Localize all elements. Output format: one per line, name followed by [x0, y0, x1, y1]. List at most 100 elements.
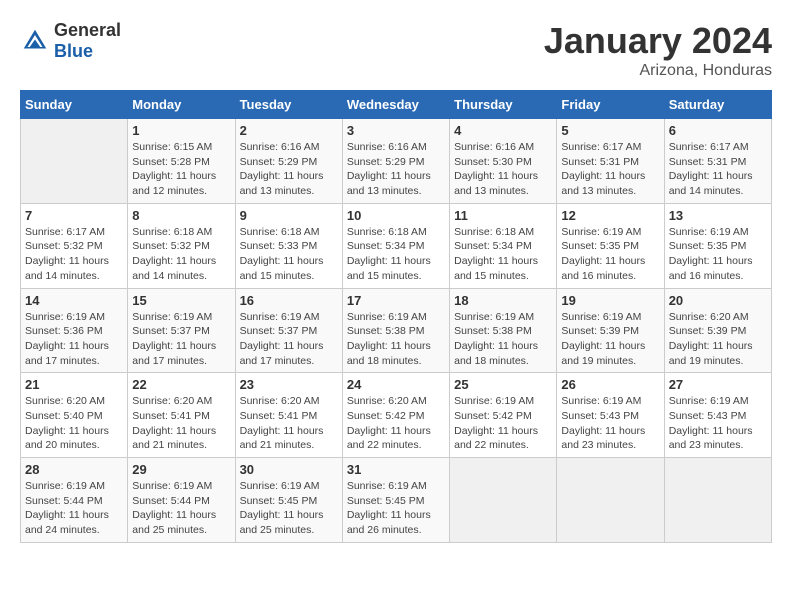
day-number: 29	[132, 462, 230, 477]
day-info: Sunrise: 6:19 AM Sunset: 5:36 PM Dayligh…	[25, 310, 123, 369]
day-number: 18	[454, 293, 552, 308]
calendar-cell: 7Sunrise: 6:17 AM Sunset: 5:32 PM Daylig…	[21, 203, 128, 288]
calendar-cell: 9 Sunrise: 6:18 AM Sunset: 5:33 PM Daylig…	[235, 203, 342, 288]
logo-icon	[20, 26, 50, 56]
calendar-cell: 5 Sunrise: 6:17 AM Sunset: 5:31 PM Daylig…	[557, 119, 664, 204]
day-number: 5	[561, 123, 659, 138]
day-info: Sunrise: 6:19 AM Sunset: 5:35 PM Dayligh…	[669, 225, 767, 284]
calendar-header-saturday: Saturday	[664, 91, 771, 119]
day-number: 24	[347, 377, 445, 392]
day-info: Sunrise: 6:19 AM Sunset: 5:38 PM Dayligh…	[347, 310, 445, 369]
day-info: Sunrise: 6:19 AM Sunset: 5:43 PM Dayligh…	[561, 394, 659, 453]
calendar-week-3: 14 Sunrise: 6:19 AM Sunset: 5:36 PM Dayli…	[21, 288, 772, 373]
calendar-cell: 24 Sunrise: 6:20 AM Sunset: 5:42 PM Dayli…	[342, 373, 449, 458]
calendar-cell: 4 Sunrise: 6:16 AM Sunset: 5:30 PM Daylig…	[450, 119, 557, 204]
calendar-header-monday: Monday	[128, 91, 235, 119]
calendar-week-2: 7Sunrise: 6:17 AM Sunset: 5:32 PM Daylig…	[21, 203, 772, 288]
day-info: Sunrise: 6:20 AM Sunset: 5:41 PM Dayligh…	[240, 394, 338, 453]
calendar-week-4: 21Sunrise: 6:20 AM Sunset: 5:40 PM Dayli…	[21, 373, 772, 458]
day-info: Sunrise: 6:18 AM Sunset: 5:33 PM Dayligh…	[240, 225, 338, 284]
calendar-cell: 25 Sunrise: 6:19 AM Sunset: 5:42 PM Dayli…	[450, 373, 557, 458]
day-number: 15	[132, 293, 230, 308]
day-number: 4	[454, 123, 552, 138]
calendar-cell: 14 Sunrise: 6:19 AM Sunset: 5:36 PM Dayli…	[21, 288, 128, 373]
day-number: 22	[132, 377, 230, 392]
day-number: 28	[25, 462, 123, 477]
calendar-cell: 29 Sunrise: 6:19 AM Sunset: 5:44 PM Dayli…	[128, 458, 235, 543]
day-info: Sunrise: 6:19 AM Sunset: 5:45 PM Dayligh…	[240, 479, 338, 538]
calendar-cell: 12Sunrise: 6:19 AM Sunset: 5:35 PM Dayli…	[557, 203, 664, 288]
day-number: 2	[240, 123, 338, 138]
logo-text-blue: Blue	[54, 41, 93, 61]
calendar-table: SundayMondayTuesdayWednesdayThursdayFrid…	[20, 90, 772, 543]
calendar-cell: 11Sunrise: 6:18 AM Sunset: 5:34 PM Dayli…	[450, 203, 557, 288]
calendar-cell: 19 Sunrise: 6:19 AM Sunset: 5:39 PM Dayli…	[557, 288, 664, 373]
calendar-cell	[557, 458, 664, 543]
subtitle: Arizona, Honduras	[544, 62, 772, 80]
calendar-week-5: 28 Sunrise: 6:19 AM Sunset: 5:44 PM Dayli…	[21, 458, 772, 543]
day-number: 20	[669, 293, 767, 308]
day-info: Sunrise: 6:20 AM Sunset: 5:39 PM Dayligh…	[669, 310, 767, 369]
day-info: Sunrise: 6:16 AM Sunset: 5:29 PM Dayligh…	[240, 140, 338, 199]
day-info: Sunrise: 6:17 AM Sunset: 5:31 PM Dayligh…	[561, 140, 659, 199]
calendar-cell: 28 Sunrise: 6:19 AM Sunset: 5:44 PM Dayli…	[21, 458, 128, 543]
day-info: Sunrise: 6:19 AM Sunset: 5:37 PM Dayligh…	[132, 310, 230, 369]
calendar-cell: 8Sunrise: 6:18 AM Sunset: 5:32 PM Daylig…	[128, 203, 235, 288]
calendar-cell	[450, 458, 557, 543]
calendar-cell: 3 Sunrise: 6:16 AM Sunset: 5:29 PM Daylig…	[342, 119, 449, 204]
day-info: Sunrise: 6:20 AM Sunset: 5:41 PM Dayligh…	[132, 394, 230, 453]
calendar-cell	[21, 119, 128, 204]
logo: General Blue	[20, 20, 121, 62]
day-number: 27	[669, 377, 767, 392]
calendar-week-1: 1 Sunrise: 6:15 AM Sunset: 5:28 PM Daylig…	[21, 119, 772, 204]
day-info: Sunrise: 6:19 AM Sunset: 5:39 PM Dayligh…	[561, 310, 659, 369]
calendar-cell: 20 Sunrise: 6:20 AM Sunset: 5:39 PM Dayli…	[664, 288, 771, 373]
page-header: General Blue January 2024 Arizona, Hondu…	[20, 20, 772, 80]
calendar-cell: 6 Sunrise: 6:17 AM Sunset: 5:31 PM Daylig…	[664, 119, 771, 204]
calendar-cell: 27Sunrise: 6:19 AM Sunset: 5:43 PM Dayli…	[664, 373, 771, 458]
day-info: Sunrise: 6:18 AM Sunset: 5:34 PM Dayligh…	[454, 225, 552, 284]
day-info: Sunrise: 6:19 AM Sunset: 5:42 PM Dayligh…	[454, 394, 552, 453]
day-number: 9	[240, 208, 338, 223]
day-info: Sunrise: 6:19 AM Sunset: 5:44 PM Dayligh…	[132, 479, 230, 538]
calendar-cell: 31Sunrise: 6:19 AM Sunset: 5:45 PM Dayli…	[342, 458, 449, 543]
day-number: 6	[669, 123, 767, 138]
day-info: Sunrise: 6:19 AM Sunset: 5:38 PM Dayligh…	[454, 310, 552, 369]
calendar-cell: 21Sunrise: 6:20 AM Sunset: 5:40 PM Dayli…	[21, 373, 128, 458]
calendar-header-wednesday: Wednesday	[342, 91, 449, 119]
calendar-cell: 17 Sunrise: 6:19 AM Sunset: 5:38 PM Dayli…	[342, 288, 449, 373]
day-number: 25	[454, 377, 552, 392]
day-number: 12	[561, 208, 659, 223]
calendar-header-row: SundayMondayTuesdayWednesdayThursdayFrid…	[21, 91, 772, 119]
calendar-header-thursday: Thursday	[450, 91, 557, 119]
calendar-cell: 13Sunrise: 6:19 AM Sunset: 5:35 PM Dayli…	[664, 203, 771, 288]
calendar-cell: 16Sunrise: 6:19 AM Sunset: 5:37 PM Dayli…	[235, 288, 342, 373]
day-number: 3	[347, 123, 445, 138]
day-info: Sunrise: 6:20 AM Sunset: 5:42 PM Dayligh…	[347, 394, 445, 453]
day-number: 1	[132, 123, 230, 138]
day-info: Sunrise: 6:16 AM Sunset: 5:30 PM Dayligh…	[454, 140, 552, 199]
logo-text-general: General	[54, 20, 121, 40]
calendar-cell: 1 Sunrise: 6:15 AM Sunset: 5:28 PM Daylig…	[128, 119, 235, 204]
day-info: Sunrise: 6:17 AM Sunset: 5:31 PM Dayligh…	[669, 140, 767, 199]
day-number: 23	[240, 377, 338, 392]
calendar-cell: 26 Sunrise: 6:19 AM Sunset: 5:43 PM Dayli…	[557, 373, 664, 458]
day-number: 17	[347, 293, 445, 308]
day-number: 8	[132, 208, 230, 223]
calendar-cell: 22 Sunrise: 6:20 AM Sunset: 5:41 PM Dayli…	[128, 373, 235, 458]
day-info: Sunrise: 6:17 AM Sunset: 5:32 PM Dayligh…	[25, 225, 123, 284]
day-info: Sunrise: 6:20 AM Sunset: 5:40 PM Dayligh…	[25, 394, 123, 453]
day-info: Sunrise: 6:19 AM Sunset: 5:44 PM Dayligh…	[25, 479, 123, 538]
day-number: 10	[347, 208, 445, 223]
day-number: 16	[240, 293, 338, 308]
calendar-cell: 10Sunrise: 6:18 AM Sunset: 5:34 PM Dayli…	[342, 203, 449, 288]
calendar-cell: 30 Sunrise: 6:19 AM Sunset: 5:45 PM Dayli…	[235, 458, 342, 543]
day-number: 14	[25, 293, 123, 308]
calendar-header-tuesday: Tuesday	[235, 91, 342, 119]
title-block: January 2024 Arizona, Honduras	[544, 20, 772, 80]
day-number: 30	[240, 462, 338, 477]
day-number: 19	[561, 293, 659, 308]
day-info: Sunrise: 6:15 AM Sunset: 5:28 PM Dayligh…	[132, 140, 230, 199]
day-info: Sunrise: 6:16 AM Sunset: 5:29 PM Dayligh…	[347, 140, 445, 199]
day-number: 26	[561, 377, 659, 392]
